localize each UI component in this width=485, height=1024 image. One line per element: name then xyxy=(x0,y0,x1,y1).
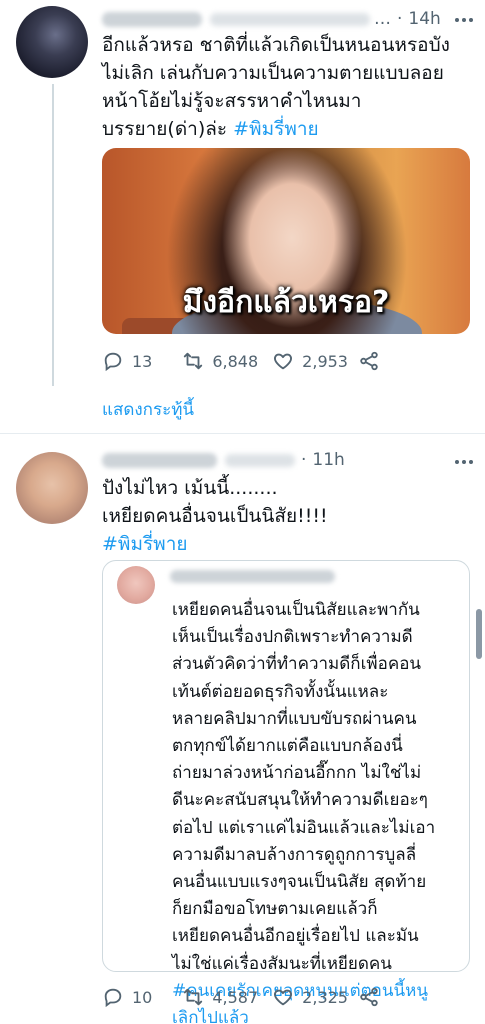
separator-dot: · xyxy=(301,450,307,470)
avatar[interactable] xyxy=(16,6,88,78)
quoted-tweet-body: เหยียดคนอื่นจนเป็นนิสัยและพากัน เห็นเป็น… xyxy=(172,600,436,974)
author-handle[interactable] xyxy=(210,12,370,26)
tweet-text: ปังไม่ไหว เม้นนี้........ เหยียดคนอื่นจน… xyxy=(102,474,328,558)
quoted-tweet-header xyxy=(170,570,335,583)
thread-line xyxy=(52,84,54,386)
tweet-time[interactable]: 11h xyxy=(312,450,344,470)
hashtag-link[interactable]: #พิมรี่พาย xyxy=(233,118,319,140)
tweet-time[interactable]: 14h xyxy=(408,9,440,29)
share-button[interactable] xyxy=(358,986,388,1008)
like-button[interactable]: 2,953 xyxy=(272,350,348,372)
tweet-divider xyxy=(0,433,485,434)
share-icon xyxy=(360,987,378,1007)
heart-icon xyxy=(274,353,293,370)
retweet-count: 4,587 xyxy=(212,987,259,1007)
quoted-tweet-text: เหยียดคนอื่นจนเป็นนิสัยและพากัน เห็นเป็น… xyxy=(172,597,435,1024)
tweet-actions: 13 6,848 2,953 xyxy=(102,348,402,374)
show-thread-link[interactable]: แสดงกระทู้นี้ xyxy=(102,396,194,423)
retweet-button[interactable]: 6,848 xyxy=(182,350,258,372)
tweet-media-image[interactable]: มึงอีกแล้วเหรอ? xyxy=(102,148,470,334)
truncation-ellipsis: … xyxy=(374,9,391,29)
reply-count: 10 xyxy=(132,987,153,1007)
tweet-header: · 11h xyxy=(102,447,345,473)
retweet-icon xyxy=(184,352,203,370)
author-name[interactable] xyxy=(102,452,217,468)
more-options-icon[interactable] xyxy=(450,452,478,472)
reply-button[interactable]: 13 xyxy=(102,350,152,372)
tweet-text: อีกแล้วหรอ ชาติที่แล้วเกิดเป็นหนอนหรอบัง… xyxy=(102,31,450,143)
tweet-body: ปังไม่ไหว เม้นนี้........ เหยียดคนอื่นจน… xyxy=(102,477,328,527)
scrollbar[interactable] xyxy=(476,609,482,659)
separator-dot: · xyxy=(397,9,403,29)
hashtag-link[interactable]: #พิมรี่พาย xyxy=(102,533,188,555)
media-caption: มึงอีกแล้วเหรอ? xyxy=(182,285,390,320)
like-count: 2,953 xyxy=(302,351,348,371)
reply-count: 13 xyxy=(132,351,153,371)
share-button[interactable] xyxy=(358,350,388,372)
avatar[interactable] xyxy=(16,452,88,524)
author-handle[interactable] xyxy=(225,453,295,467)
reply-icon xyxy=(104,988,122,1008)
retweet-icon xyxy=(184,988,203,1006)
tweet-header: … · 14h xyxy=(102,6,441,32)
quoted-avatar xyxy=(117,566,155,604)
author-name[interactable] xyxy=(102,11,202,27)
quoted-author-name xyxy=(170,570,335,583)
more-options-icon[interactable] xyxy=(450,10,478,30)
retweet-button[interactable]: 4,587 xyxy=(182,986,258,1008)
tweet-actions: 10 4,587 2,325 xyxy=(102,984,402,1010)
reply-icon xyxy=(104,352,122,372)
reply-button[interactable]: 10 xyxy=(102,986,152,1008)
like-button[interactable]: 2,325 xyxy=(272,986,348,1008)
share-icon xyxy=(360,351,378,371)
retweet-count: 6,848 xyxy=(212,351,259,371)
like-count: 2,325 xyxy=(302,987,348,1007)
heart-icon xyxy=(274,989,293,1006)
